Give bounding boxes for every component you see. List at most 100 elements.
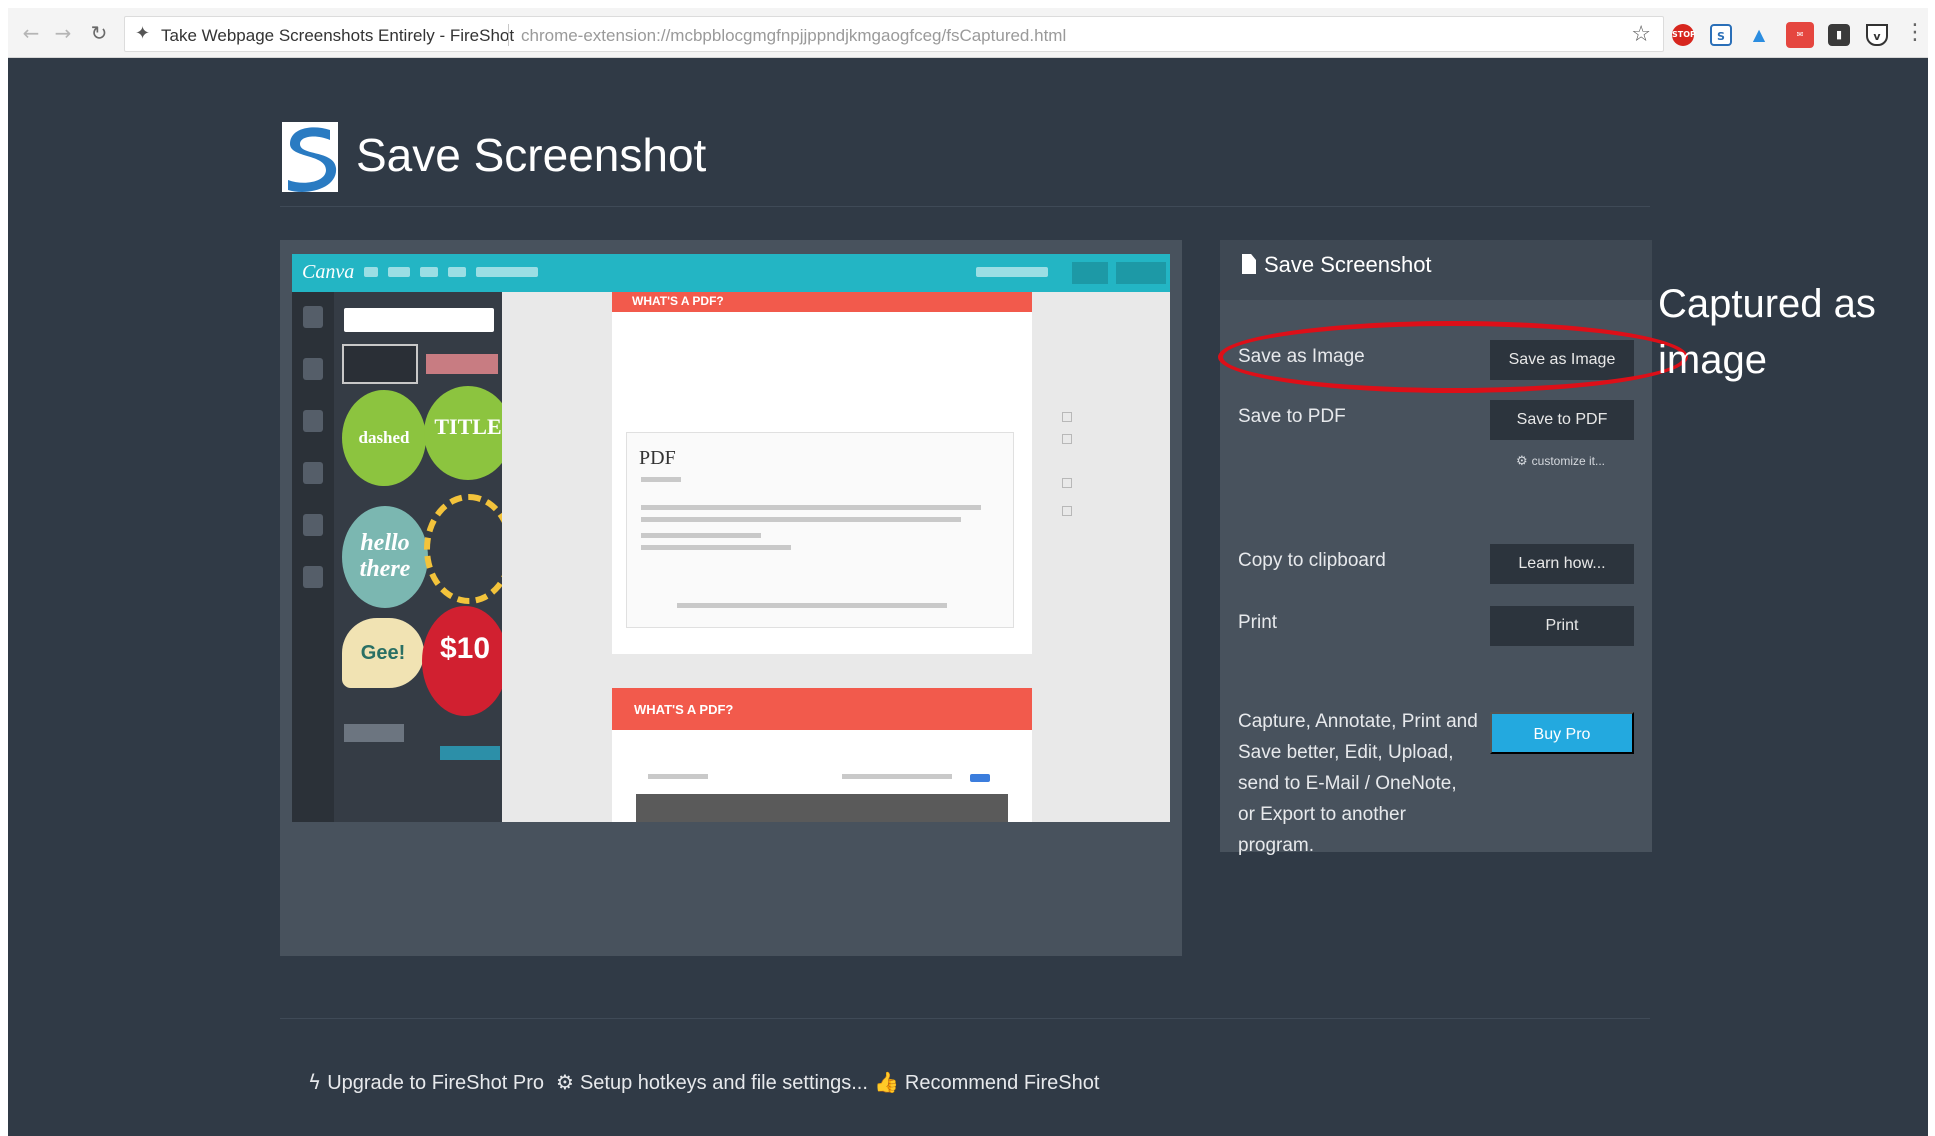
file-icon — [1242, 254, 1256, 274]
canva-rail-item — [303, 358, 323, 380]
menu-icon[interactable]: ⋮ — [1904, 20, 1926, 45]
mail-icon[interactable]: ✉ — [1786, 22, 1814, 48]
address-bar[interactable]: ✦ Take Webpage Screenshots Entirely - Fi… — [124, 16, 1664, 52]
magazine-thumbnail — [342, 344, 418, 384]
document-page: WHAT'S A PDF? PDF — [612, 292, 1032, 654]
text-line — [641, 545, 791, 550]
hotkeys-settings-text: Setup hotkeys and file settings... — [579, 1072, 868, 1094]
sticker-title: TITLE — [424, 386, 512, 480]
definition-card: PDF — [626, 432, 1014, 628]
canva-menu-item — [388, 267, 410, 277]
canva-logo: Canva — [302, 261, 355, 283]
pocket-icon[interactable]: v — [1866, 24, 1888, 46]
canva-menu-item — [364, 267, 378, 277]
document-banner: WHAT'S A PDF? — [612, 688, 1032, 730]
forward-arrow-icon[interactable]: → — [52, 22, 74, 44]
tool-icon — [1062, 478, 1072, 488]
ribbon-thumbnail — [426, 354, 498, 374]
canva-search-field — [344, 308, 494, 332]
canva-menu-item — [448, 267, 466, 277]
reload-icon[interactable]: ↻ — [88, 22, 110, 44]
copy-to-clipboard-label: Copy to clipboard — [1238, 550, 1386, 571]
gear-icon: ⚙ — [1516, 454, 1528, 469]
thumbs-up-icon: 👍 — [874, 1070, 899, 1094]
page-tab-title: Take Webpage Screenshots Entirely - Fire… — [161, 26, 515, 45]
header-divider — [280, 206, 1650, 207]
text-line — [842, 774, 952, 779]
document-banner: WHAT'S A PDF? — [612, 292, 1032, 312]
address-separator — [508, 24, 509, 46]
customize-pdf-link[interactable]: ⚙ customize it... — [1516, 454, 1605, 469]
canva-rail-item — [303, 514, 323, 536]
bookmark-icon[interactable]: ▮ — [1828, 24, 1850, 46]
save-to-pdf-button[interactable]: Save to PDF — [1490, 400, 1634, 440]
url-text[interactable]: chrome-extension://mcbpblocgmgfnpjjppndj… — [521, 26, 1066, 46]
text-line — [641, 517, 961, 522]
print-label: Print — [1238, 612, 1278, 633]
pro-promo-text: Capture, Annotate, Print and Save better… — [1238, 711, 1478, 856]
fireshot-app: Save Screenshot Canva dashed TITLE hello… — [8, 58, 1928, 1136]
captured-screenshot-image: Canva dashed TITLE hello there Gee! $10 … — [292, 254, 1170, 822]
text-line — [641, 533, 761, 538]
lightning-icon: ϟ — [308, 1070, 322, 1094]
annotation-text: Captured as image — [1658, 282, 1876, 382]
star-icon[interactable]: ☆ — [1631, 22, 1651, 47]
canva-tool-rail — [292, 292, 334, 822]
upgrade-pro-text: Upgrade to FireShot Pro — [327, 1072, 544, 1094]
banner-text: WHAT'S A PDF? — [634, 702, 734, 717]
recommend-link[interactable]: 👍 Recommend FireShot — [874, 1070, 1099, 1095]
document-page: WHAT'S A PDF? — [612, 688, 1032, 822]
canva-rail-item — [303, 410, 323, 432]
extension-puzzle-icon: ✦ — [135, 23, 151, 44]
canva-menu-item — [976, 267, 1048, 277]
stop-icon[interactable]: STOP — [1672, 24, 1696, 46]
recommend-text: Recommend FireShot — [904, 1072, 1100, 1094]
fireshot-icon[interactable]: S — [1710, 24, 1732, 46]
cloud-upload-icon[interactable]: ▲ — [1748, 24, 1770, 46]
browser-toolbar: ← → ↻ ✦ Take Webpage Screenshots Entirel… — [8, 8, 1928, 58]
gear-icon: ⚙ — [556, 1070, 574, 1094]
canva-workspace: WHAT'S A PDF? PDF WHAT'S A PDF? — [502, 292, 1170, 822]
canva-rail-item — [303, 462, 323, 484]
customize-pdf-text: customize it... — [1531, 454, 1606, 468]
options-title: Save Screenshot — [1264, 252, 1432, 277]
canva-menu-item — [476, 267, 538, 277]
document-tag — [970, 774, 990, 782]
sticker-ten-dollars: $10 — [422, 606, 508, 716]
print-button[interactable]: Print — [1490, 606, 1634, 646]
back-arrow-icon[interactable]: ← — [20, 22, 42, 44]
canva-share-button — [1072, 262, 1108, 284]
fireshot-logo-icon — [282, 122, 338, 192]
tool-icon — [1062, 412, 1072, 422]
text-line — [677, 603, 947, 608]
page-title: Save Screenshot — [356, 129, 707, 181]
pdf-heading: PDF — [639, 447, 676, 469]
hotkeys-settings-link[interactable]: ⚙ Setup hotkeys and file settings... — [556, 1070, 868, 1095]
sticker-thumbnail — [344, 724, 404, 742]
screenshot-preview-panel: Canva dashed TITLE hello there Gee! $10 … — [280, 240, 1182, 956]
annotation-ellipse — [1218, 321, 1688, 393]
learn-how-button[interactable]: Learn how... — [1490, 544, 1634, 584]
document-photo — [636, 794, 1008, 822]
sticker-hello-there: hello there — [342, 506, 428, 608]
canva-rail-item — [303, 306, 323, 328]
tool-icon — [1062, 506, 1072, 516]
canva-rail-item — [303, 566, 323, 588]
options-header: Save Screenshot — [1220, 240, 1652, 300]
footer-divider — [280, 1018, 1650, 1019]
buy-pro-button[interactable]: Buy Pro — [1490, 712, 1634, 754]
canva-sticker-panel: dashed TITLE hello there Gee! $10 — [334, 292, 514, 822]
page: ← → ↻ ✦ Take Webpage Screenshots Entirel… — [0, 0, 1935, 1136]
text-line — [641, 505, 981, 510]
save-to-pdf-label: Save to PDF — [1238, 406, 1346, 427]
sticker-gee: Gee! — [342, 618, 424, 688]
sticker-dashed: dashed — [342, 390, 426, 486]
banner-text: WHAT'S A PDF? — [632, 294, 724, 308]
text-line — [648, 774, 708, 779]
sticker-thumbnail — [440, 746, 500, 760]
text-line — [641, 477, 681, 482]
tool-icon — [1062, 434, 1072, 444]
sticker-rays — [424, 494, 514, 604]
canva-topbar: Canva — [292, 254, 1170, 292]
upgrade-pro-link[interactable]: ϟ Upgrade to FireShot Pro — [308, 1070, 544, 1095]
